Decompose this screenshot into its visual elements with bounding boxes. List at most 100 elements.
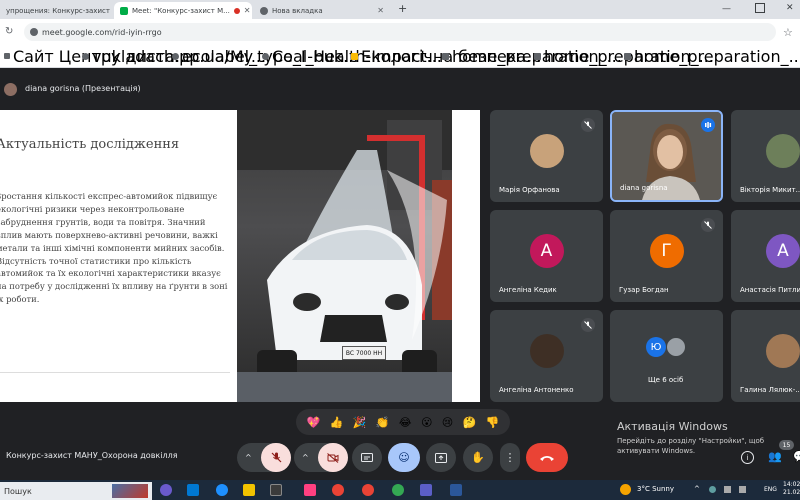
file-explorer-icon[interactable]: [243, 484, 255, 496]
avatar: Г: [649, 234, 684, 268]
participant-tile[interactable]: Галина Лялюк-...: [731, 310, 800, 402]
word-icon[interactable]: [450, 484, 462, 496]
thinking-reaction-button[interactable]: 🤔: [463, 416, 477, 429]
tray-chevron-icon[interactable]: ^: [694, 485, 700, 493]
participant-tile[interactable]: А Анастасія Питли...: [731, 210, 800, 302]
clap-reaction-button[interactable]: 👏: [376, 416, 390, 429]
participant-name: Вікторія Микит...: [740, 186, 800, 194]
chrome-active-icon[interactable]: [392, 484, 404, 496]
edge-icon[interactable]: [216, 484, 228, 496]
close-icon[interactable]: ✕: [377, 6, 384, 15]
tab-meet[interactable]: Meet: "Конкурс-захист М... ✕: [114, 2, 252, 19]
mic-control: ^: [237, 443, 291, 472]
presentation-slide: Актуальність дослідження Зростання кільк…: [0, 110, 480, 402]
present-screen-button[interactable]: [426, 443, 456, 472]
mic-off-icon: [581, 118, 595, 132]
avatar: [529, 334, 564, 368]
license-plate: BC 7000 HH: [342, 346, 386, 360]
participant-name: Галина Лялюк-...: [740, 386, 800, 394]
language-indicator[interactable]: ENG: [764, 486, 777, 493]
tab-label: упрощения: Конкурс-захист: [6, 6, 110, 15]
outlook-icon[interactable]: [187, 484, 199, 496]
copilot-icon[interactable]: [160, 484, 172, 496]
weather-sun-icon[interactable]: [620, 484, 631, 495]
weather-text[interactable]: 3°C Sunny: [637, 485, 674, 493]
taskbar-search[interactable]: Пошук: [0, 482, 152, 500]
raise-hand-button[interactable]: ✋: [463, 443, 493, 472]
clock-date: 21.02: [783, 489, 800, 496]
app-icon[interactable]: [304, 484, 316, 496]
captions-icon: [361, 453, 373, 462]
thumbs-up-reaction-button[interactable]: 👍: [330, 416, 344, 429]
search-highlight-image: [112, 484, 148, 498]
participant-name: Ще 6 осіб: [648, 376, 684, 384]
site-info-icon[interactable]: [30, 28, 38, 36]
mic-off-button[interactable]: [261, 443, 291, 472]
surprised-reaction-button[interactable]: 😮: [421, 416, 432, 429]
reload-icon[interactable]: ↻: [5, 26, 13, 37]
chrome-profile-icon[interactable]: [362, 484, 374, 496]
participant-name: Ангеліна Кедик: [499, 286, 557, 294]
participant-tile-more[interactable]: Ю Ще 6 осіб: [610, 310, 723, 402]
avatar: А: [766, 234, 800, 268]
emoji-reactions-button[interactable]: ☺: [388, 443, 420, 472]
meet-favicon-icon: [120, 6, 128, 15]
reactions-bar: 💖 👍 🎉 👏 😂 😮 😢 🤔 👎: [296, 409, 510, 435]
more-vert-icon: ⋮: [504, 451, 516, 464]
presenter-label: diana gorisna (Презентація): [25, 84, 141, 93]
search-label: Пошук: [4, 486, 32, 496]
new-tab-button[interactable]: +: [398, 2, 407, 15]
teams-icon[interactable]: [420, 484, 432, 496]
file-icon: [442, 52, 449, 60]
hang-up-icon: [540, 455, 554, 461]
participant-tile[interactable]: Марія Орфанова: [490, 110, 603, 202]
window-close-icon[interactable]: ✕: [786, 3, 794, 13]
tray-icon[interactable]: [739, 486, 746, 493]
tray-icon[interactable]: [709, 486, 716, 493]
thumbs-down-reaction-button[interactable]: 👎: [486, 416, 500, 429]
laugh-reaction-button[interactable]: 😂: [399, 416, 412, 429]
captions-button[interactable]: [352, 443, 382, 472]
maximize-icon[interactable]: [755, 3, 765, 13]
participant-name: Марія Орфанова: [499, 186, 560, 194]
party-reaction-button[interactable]: 🎉: [353, 416, 367, 429]
more-options-button[interactable]: ⋮: [500, 443, 520, 472]
participant-tile[interactable]: Г Гузар Богдан: [610, 210, 723, 302]
camera-options-chevron-icon[interactable]: ^: [302, 453, 309, 462]
file-icon: [624, 52, 631, 60]
close-icon[interactable]: ✕: [244, 6, 251, 15]
camera-off-button[interactable]: [318, 443, 348, 472]
address-bar[interactable]: meet.google.com/rid-iyin-rrgo: [24, 23, 776, 41]
activation-title: Активація Windows: [617, 420, 728, 433]
camera-off-icon: [327, 452, 339, 463]
tray-icon[interactable]: [724, 486, 731, 493]
clock[interactable]: 14:02 21.02: [783, 481, 800, 497]
heart-reaction-button[interactable]: 💖: [307, 416, 321, 429]
participant-name: diana gorisna: [620, 184, 668, 192]
leave-call-button[interactable]: [526, 443, 568, 472]
folder-icon: [351, 52, 358, 60]
slide-body: Зростання кількості експрес-автомийок пі…: [0, 191, 228, 305]
participant-tile-active-speaker[interactable]: diana gorisna: [610, 110, 723, 202]
globe-icon: [172, 52, 179, 60]
minimize-icon[interactable]: —: [722, 4, 731, 14]
tab-new[interactable]: Нова вкладка ✕: [254, 2, 390, 19]
tab-label: Meet: "Конкурс-захист М...: [132, 6, 230, 15]
tab-inactive-1[interactable]: упрощения: Конкурс-захист ✕: [0, 2, 113, 19]
bookmark-star-icon[interactable]: ☆: [783, 26, 793, 39]
chat-icon[interactable]: 💬: [793, 450, 800, 463]
participant-tile[interactable]: Вікторія Микит...: [731, 110, 800, 202]
mic-options-chevron-icon[interactable]: ^: [245, 453, 252, 462]
bookmark-item[interactable]: home_preparation_...: [624, 47, 800, 66]
avatar: [666, 337, 686, 357]
sad-reaction-button[interactable]: 😢: [442, 416, 453, 429]
participant-tile[interactable]: Ангеліна Антоненко: [490, 310, 603, 402]
chrome-icon[interactable]: [332, 484, 344, 496]
participant-tile[interactable]: А Ангеліна Кедик: [490, 210, 603, 302]
globe-icon: [82, 52, 89, 60]
store-icon[interactable]: [270, 484, 282, 496]
url-text: meet.google.com/rid-iyin-rrgo: [42, 27, 162, 37]
slide-photo-car-wash: BC 7000 HH: [237, 110, 452, 402]
avatar: [766, 134, 800, 168]
activation-text: Перейдіть до розділу "Настройки", щоб ак…: [617, 437, 765, 455]
